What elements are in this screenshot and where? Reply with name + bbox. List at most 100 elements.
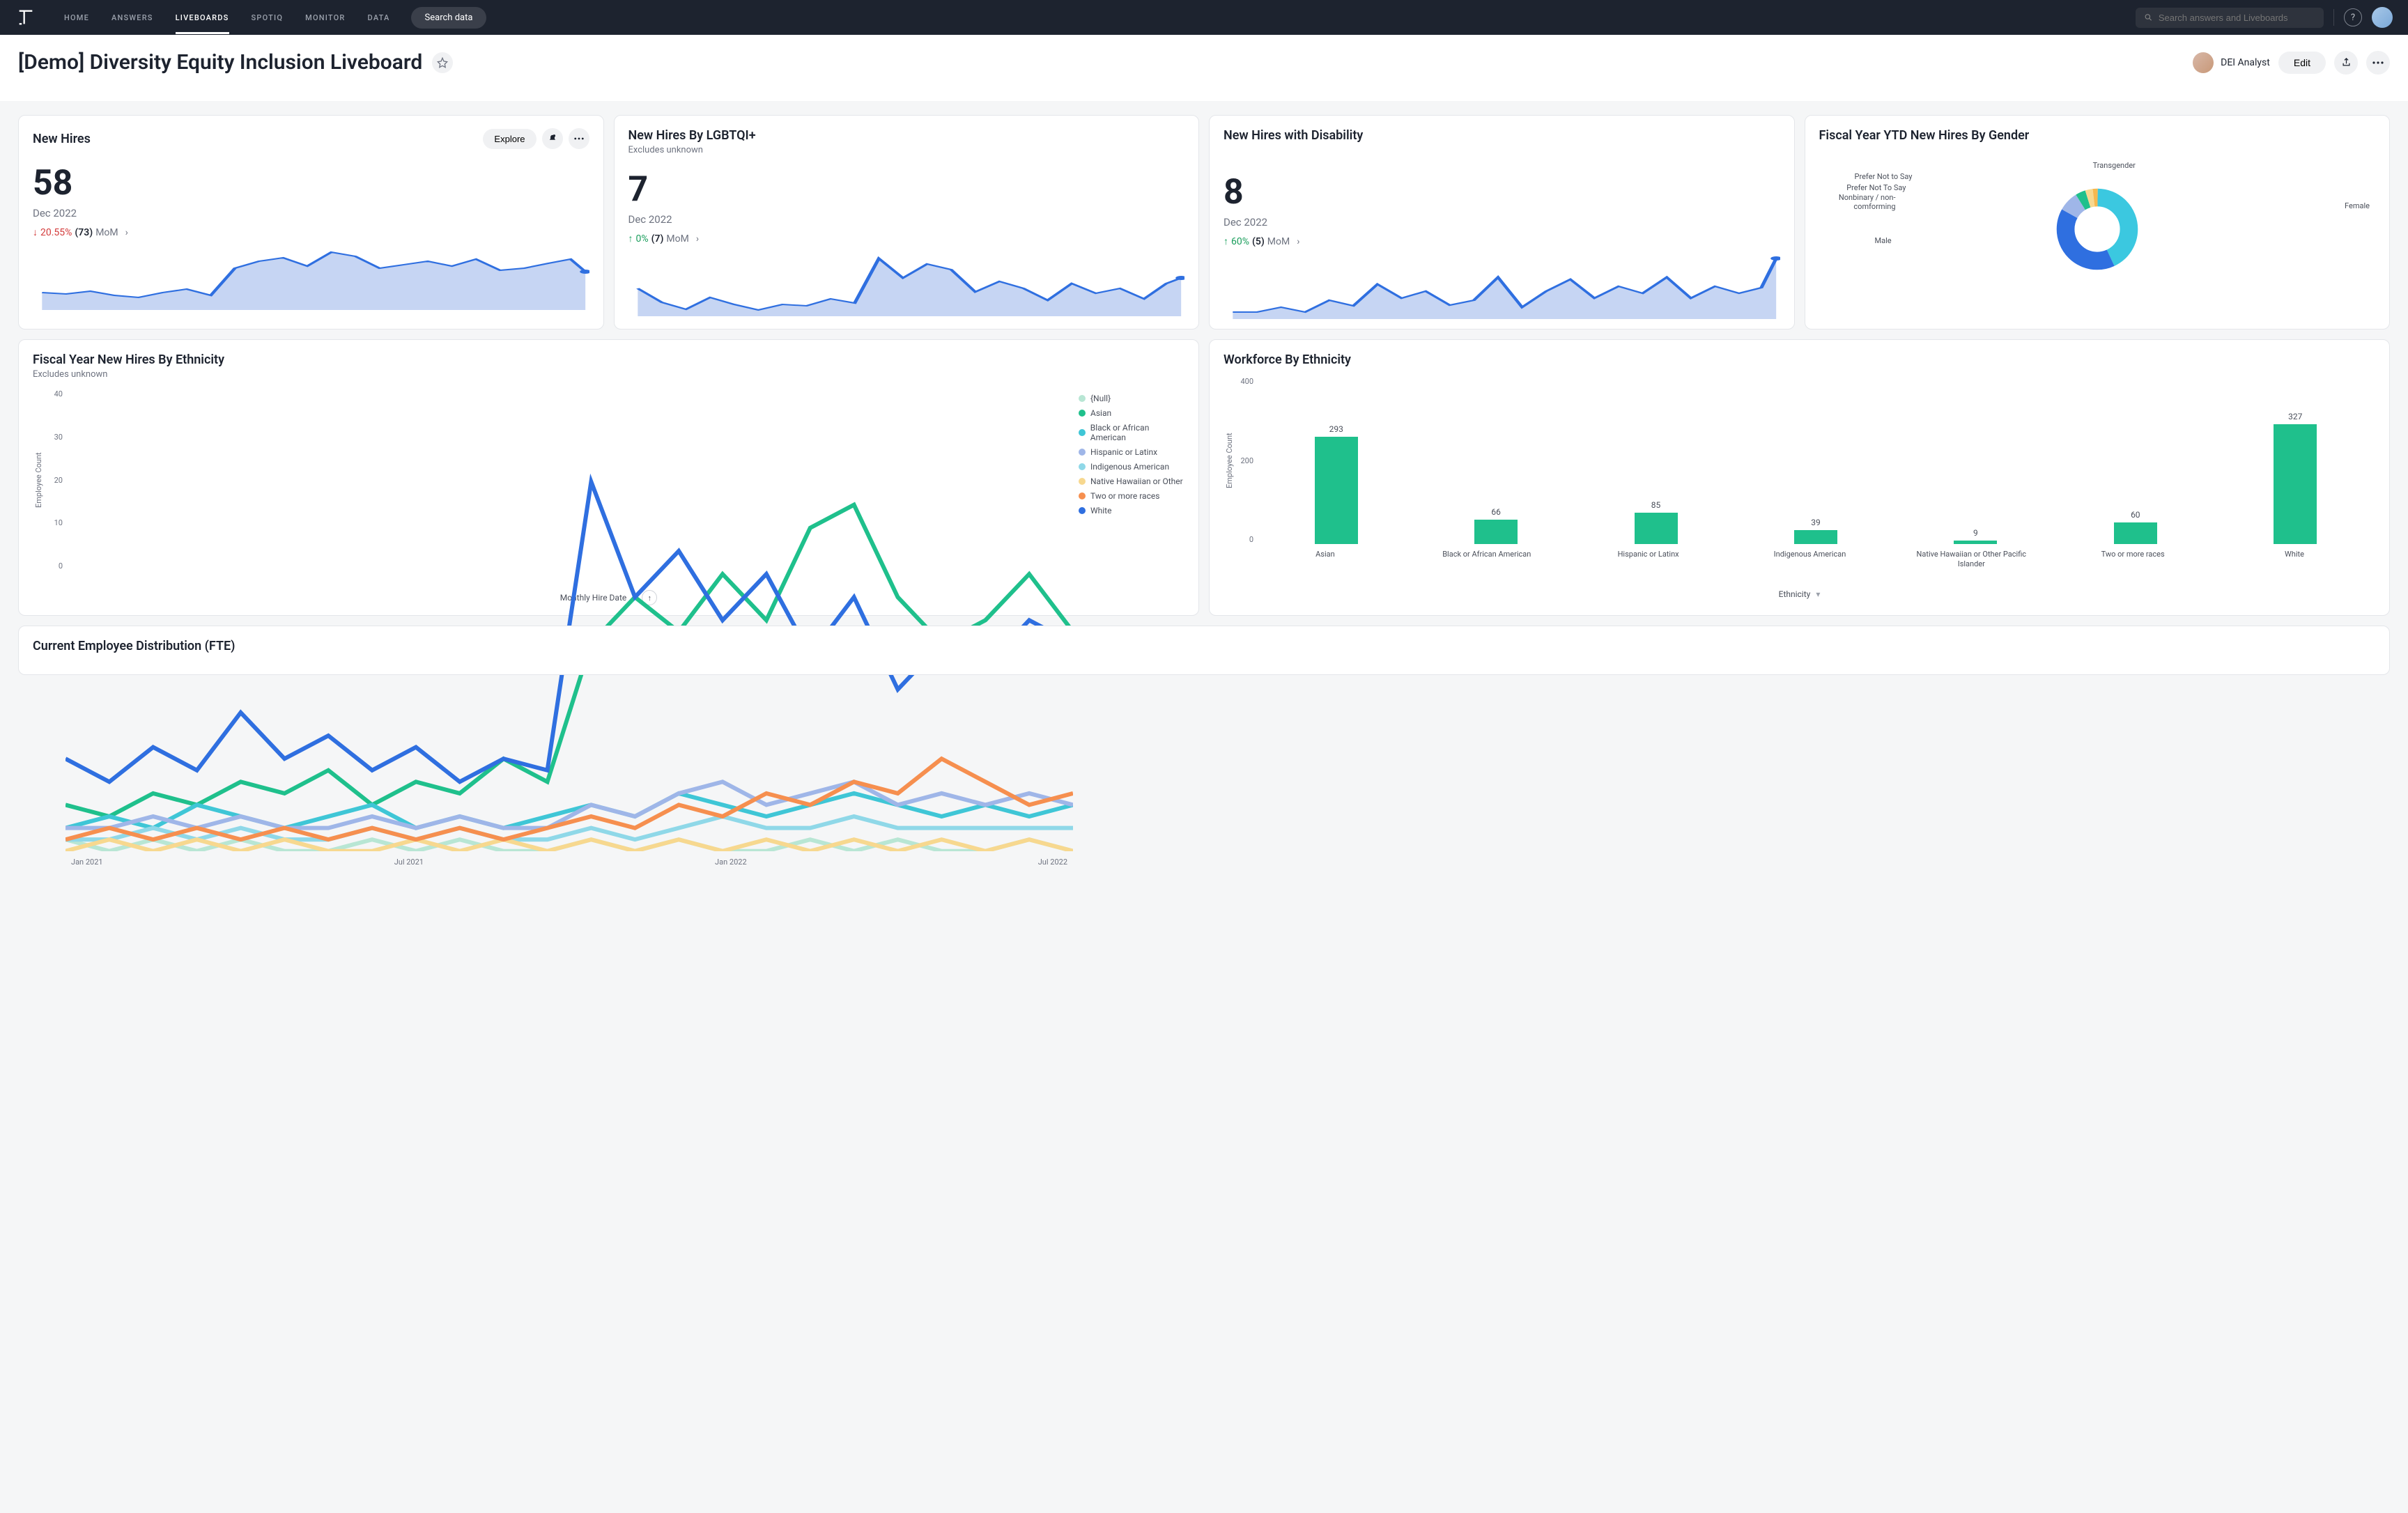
search-icon xyxy=(2144,13,2153,22)
nav-items: HOME ANSWERS LIVEBOARDS SPOTIQ MONITOR DATA xyxy=(64,1,390,34)
change-abs: (73) xyxy=(75,227,93,238)
donut-chart: Transgender Prefer Not to Say Prefer Not… xyxy=(1819,160,2376,299)
more-icon xyxy=(2372,61,2384,64)
arrow-up-icon: ↑ xyxy=(628,233,633,245)
kpi-value: 7 xyxy=(628,169,1185,210)
bar-label: Hispanic or Latinx xyxy=(1577,550,1719,570)
card-gender-donut: Fiscal Year YTD New Hires By Gender Tran… xyxy=(1805,115,2391,329)
author-name: DEI Analyst xyxy=(2221,57,2270,68)
sparkline-disability xyxy=(1224,253,1780,319)
donut-label: Male xyxy=(1875,236,1892,245)
share-icon xyxy=(2341,57,2352,68)
change-pct: 0% xyxy=(636,233,649,245)
sparkline-new-hires xyxy=(33,244,589,310)
change-pct: 20.55% xyxy=(40,227,72,238)
card-distribution: Current Employee Distribution (FTE) xyxy=(18,626,2390,675)
author-avatar xyxy=(2193,52,2214,73)
nav-item-monitor[interactable]: MONITOR xyxy=(305,1,345,34)
edit-button[interactable]: Edit xyxy=(2278,52,2326,74)
page-title: [Demo] Diversity Equity Inclusion Livebo… xyxy=(18,50,422,75)
legend-item[interactable]: Hispanic or Latinx xyxy=(1079,447,1184,457)
card-title: Workforce By Ethnicity xyxy=(1224,352,2375,367)
donut-label: Nonbinary / non-comforming xyxy=(1819,193,1896,211)
card-title: Current Employee Distribution (FTE) xyxy=(33,639,2375,653)
alert-button[interactable] xyxy=(542,128,563,149)
arrow-up-icon: ↑ xyxy=(1224,235,1228,247)
star-icon xyxy=(437,57,448,68)
card-title: Fiscal Year New Hires By Ethnicity xyxy=(33,352,1184,367)
bar-column[interactable]: 66 xyxy=(1426,507,1566,544)
legend-item[interactable]: Asian xyxy=(1079,408,1184,418)
legend-item[interactable]: {Null} xyxy=(1079,394,1184,403)
explore-button[interactable]: Explore xyxy=(483,129,536,149)
more-icon xyxy=(574,137,584,140)
user-avatar[interactable] xyxy=(2372,7,2393,28)
chevron-down-icon[interactable]: ▾ xyxy=(1816,589,1820,599)
global-search-input[interactable] xyxy=(2159,13,2315,23)
nav-item-data[interactable]: DATA xyxy=(368,1,390,34)
kpi-date: Dec 2022 xyxy=(33,207,589,219)
legend-item[interactable]: Indigenous American xyxy=(1079,462,1184,472)
change-abs: (5) xyxy=(1252,236,1265,247)
sparkline-lgbtqi xyxy=(628,250,1185,316)
nav-item-home[interactable]: HOME xyxy=(64,1,89,34)
kpi-value: 8 xyxy=(1224,172,1780,212)
kpi-change[interactable]: ↓ 20.55% (73) MoM › xyxy=(33,226,589,238)
arrow-down-icon: ↓ xyxy=(33,226,38,238)
card-new-hires: New Hires Explore 58 Dec 2022 ↓ 20.55% (… xyxy=(18,115,604,329)
bar-column[interactable]: 85 xyxy=(1586,500,1726,544)
legend-item[interactable]: Native Hawaiian or Other xyxy=(1079,476,1184,486)
more-button[interactable] xyxy=(2366,51,2390,75)
change-pct: 60% xyxy=(1231,236,1249,247)
donut-label: Prefer Not To Say xyxy=(1819,183,1906,192)
search-data-button[interactable]: Search data xyxy=(411,7,487,29)
donut-label: Transgender xyxy=(2093,161,2136,170)
kpi-change[interactable]: ↑ 60% (5) MoM › xyxy=(1224,235,1780,247)
help-button[interactable]: ? xyxy=(2344,8,2362,26)
legend-item[interactable]: Two or more races xyxy=(1079,491,1184,501)
card-subtitle: Excludes unknown xyxy=(628,145,1185,155)
author-chip[interactable]: DEI Analyst xyxy=(2193,52,2270,73)
card-disability: New Hires with Disability 8 Dec 2022 ↑ 6… xyxy=(1209,115,1795,329)
card-title: New Hires xyxy=(33,132,91,146)
donut-label: Female xyxy=(2345,201,2370,210)
brand-logo[interactable] xyxy=(15,7,36,28)
card-lgbtqi: New Hires By LGBTQI+ Excludes unknown 7 … xyxy=(614,115,1200,329)
kpi-date: Dec 2022 xyxy=(1224,216,1780,228)
card-title: New Hires By LGBTQI+ xyxy=(628,128,1185,143)
favorite-button[interactable] xyxy=(432,52,453,73)
bar-column[interactable]: 293 xyxy=(1266,424,1406,544)
nav-item-spotiq[interactable]: SPOTIQ xyxy=(252,1,284,34)
change-abs: (7) xyxy=(651,233,664,245)
x-axis-caption: Ethnicity xyxy=(1779,589,1811,599)
kpi-value: 58 xyxy=(33,163,589,203)
top-nav: HOME ANSWERS LIVEBOARDS SPOTIQ MONITOR DATA S… xyxy=(0,0,2408,35)
bar-label: White xyxy=(2224,550,2365,570)
chevron-right-icon: › xyxy=(1297,236,1299,247)
kpi-change[interactable]: ↑ 0% (7) MoM › xyxy=(628,233,1185,245)
bell-icon xyxy=(548,134,557,143)
legend-item[interactable]: Black or African American xyxy=(1079,423,1184,442)
card-title: New Hires with Disability xyxy=(1224,128,1780,143)
divider xyxy=(2333,9,2334,26)
legend-item[interactable]: White xyxy=(1079,506,1184,515)
card-more-button[interactable] xyxy=(569,128,589,149)
bar-column[interactable]: 327 xyxy=(2225,412,2365,544)
dashboard-grid: New Hires Explore 58 Dec 2022 ↓ 20.55% (… xyxy=(0,101,2408,689)
card-title: Fiscal Year YTD New Hires By Gender xyxy=(1819,128,2376,143)
chevron-right-icon: › xyxy=(696,233,699,245)
share-button[interactable] xyxy=(2334,51,2358,75)
donut-label: Prefer Not to Say xyxy=(1829,172,1913,181)
bar-column[interactable]: 9 xyxy=(1906,528,2046,544)
nav-item-answers[interactable]: ANSWERS xyxy=(111,1,153,34)
global-search[interactable] xyxy=(2136,8,2324,28)
legend: {Null} Asian Black or African American Hisp… xyxy=(1073,389,1184,571)
change-period: MoM xyxy=(95,227,118,238)
chevron-right-icon: › xyxy=(125,227,128,238)
bar-label: Black or African American xyxy=(1416,550,1557,570)
nav-item-liveboards[interactable]: LIVEBOARDS xyxy=(176,1,229,34)
bar-column[interactable]: 60 xyxy=(2065,510,2205,545)
bar-column[interactable]: 39 xyxy=(1746,518,1886,544)
page-header: [Demo] Diversity Equity Inclusion Livebo… xyxy=(0,35,2408,101)
card-workforce-bar: Workforce By Ethnicity Employee Count 40… xyxy=(1209,339,2390,616)
